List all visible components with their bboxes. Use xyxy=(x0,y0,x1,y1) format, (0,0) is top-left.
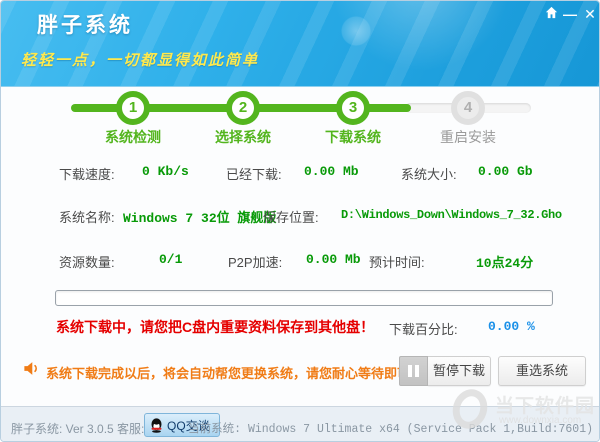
download-progressbar xyxy=(55,290,553,306)
save-path-value: D:\Windows_Down\Windows_7_32.Gho xyxy=(341,208,562,222)
notice-text: 系统下载完成以后，将会自动帮您更换系统，请您耐心等待即可！ xyxy=(46,363,423,382)
downloaded-label: 已经下载: xyxy=(226,164,282,183)
version-text: 胖子系统: Ver 3.0.5 客服: xyxy=(11,420,144,437)
download-speed-value: 0 Kb/s xyxy=(142,164,189,179)
step-4-label: 重启安装 xyxy=(436,127,500,147)
current-system-text: 当前系统: Windows 7 Ultimate x64 (Service Pa… xyxy=(188,420,593,436)
title-bar: 胖子系统 轻轻一点，一切都显得如此简单 — ✕ xyxy=(1,1,600,87)
step-1-circle: 1 xyxy=(116,91,150,125)
tagline: 轻轻一点，一切都显得如此简单 xyxy=(21,49,259,70)
step-2-number: 2 xyxy=(239,99,247,116)
home-icon[interactable] xyxy=(542,5,560,23)
minimize-icon[interactable]: — xyxy=(561,5,579,23)
eta-label: 预计时间: xyxy=(369,252,425,271)
system-name-value: Windows 7 32位 旗舰版 xyxy=(123,207,276,226)
eta-value: 10点24分 xyxy=(476,252,533,271)
qq-penguin-icon xyxy=(150,418,163,433)
app-window: 胖子系统 轻轻一点，一切都显得如此简单 — ✕ 1 2 3 4 系统检测 选择系… xyxy=(0,0,600,442)
resources-label: 资源数量: xyxy=(59,252,115,271)
download-speed-label: 下载速度: xyxy=(59,164,115,183)
pause-download-button[interactable]: 暂停下载 xyxy=(428,356,491,386)
downloaded-value: 0.00 Mb xyxy=(304,164,359,179)
reselect-system-button[interactable]: 重选系统 xyxy=(498,356,586,386)
system-size-value: 0.00 Gb xyxy=(478,164,533,179)
close-icon[interactable]: ✕ xyxy=(581,5,599,23)
p2p-value: 0.00 Mb xyxy=(306,252,361,267)
step-3-number: 3 xyxy=(349,99,357,116)
pause-icon[interactable] xyxy=(399,356,428,386)
system-size-label: 系统大小: xyxy=(401,164,457,183)
step-4-number: 4 xyxy=(464,99,472,116)
step-3-label: 下载系统 xyxy=(321,127,385,147)
speaker-icon xyxy=(22,359,41,383)
step-1-number: 1 xyxy=(129,99,137,116)
warning-text: 系统下载中，请您把C盘内重要资料保存到其他盘！ xyxy=(56,317,374,337)
resources-value: 0/1 xyxy=(159,252,182,267)
percent-label: 下载百分比: xyxy=(389,319,458,338)
status-bar: 胖子系统: Ver 3.0.5 客服: QQ交谈 当前系统: Windows 7… xyxy=(1,406,600,442)
step-2-circle: 2 xyxy=(226,91,260,125)
step-2-label: 选择系统 xyxy=(211,127,275,147)
save-path-label: 保存位置: xyxy=(263,207,319,226)
p2p-label: P2P加速: xyxy=(228,252,282,271)
percent-value: 0.00 % xyxy=(488,319,535,334)
step-1-label: 系统检测 xyxy=(101,127,165,147)
system-name-label: 系统名称: xyxy=(59,207,115,226)
step-4-circle: 4 xyxy=(451,91,485,125)
app-title: 胖子系统 xyxy=(37,9,133,39)
step-3-circle: 3 xyxy=(336,91,370,125)
